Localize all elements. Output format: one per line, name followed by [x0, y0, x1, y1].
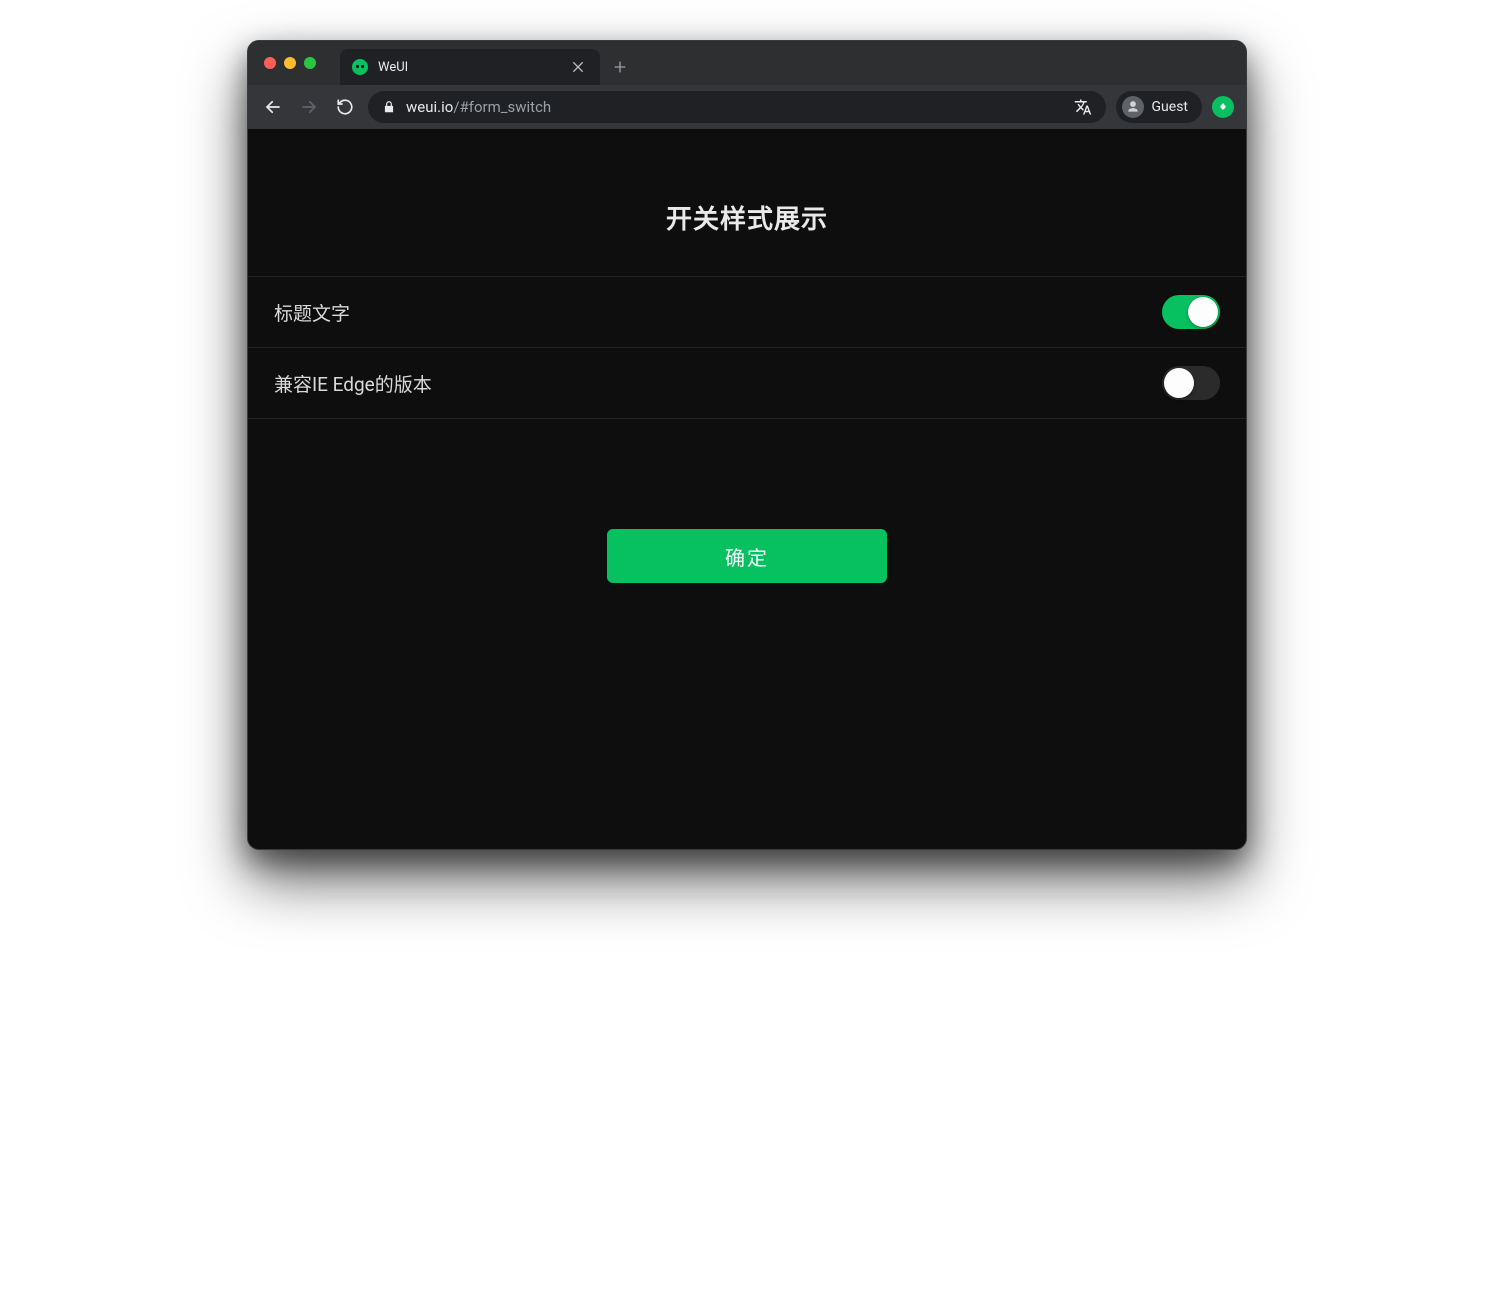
switch-toggle-off[interactable] [1162, 366, 1220, 400]
profile-chip[interactable]: Guest [1116, 91, 1202, 123]
browser-tab[interactable]: WeUI [340, 49, 600, 85]
switch-cell: 标题文字 [248, 277, 1246, 348]
lock-icon [382, 100, 396, 114]
browser-window: WeUI weui.io/#form_switch [247, 40, 1247, 850]
window-minimize-button[interactable] [284, 57, 296, 69]
window-close-button[interactable] [264, 57, 276, 69]
switch-knob [1164, 368, 1194, 398]
switch-cell: 兼容IE Edge的版本 [248, 348, 1246, 418]
switch-knob [1188, 297, 1218, 327]
title-bar: WeUI [248, 41, 1246, 85]
url-path: /#form_switch [453, 98, 551, 116]
url-host: weui.io [406, 98, 453, 116]
wechat-favicon-icon [352, 59, 368, 75]
tab-close-button[interactable] [570, 59, 586, 75]
window-maximize-button[interactable] [304, 57, 316, 69]
tab-strip: WeUI [340, 41, 634, 85]
switch-cells: 标题文字 兼容IE Edge的版本 [248, 276, 1246, 419]
avatar-icon [1122, 96, 1144, 118]
button-area: 确定 [248, 529, 1246, 583]
switch-toggle-on[interactable] [1162, 295, 1220, 329]
switch-label: 标题文字 [274, 299, 350, 326]
confirm-button[interactable]: 确定 [607, 529, 887, 583]
nav-forward-button[interactable] [296, 94, 322, 120]
switch-label: 兼容IE Edge的版本 [274, 370, 432, 397]
page-title: 开关样式展示 [268, 199, 1226, 236]
nav-reload-button[interactable] [332, 94, 358, 120]
address-bar[interactable]: weui.io/#form_switch [368, 91, 1106, 123]
page-header: 开关样式展示 [248, 129, 1246, 276]
profile-label: Guest [1152, 99, 1188, 115]
new-tab-button[interactable] [606, 53, 634, 81]
page-content: 开关样式展示 标题文字 兼容IE Edge的版本 确定 [248, 129, 1246, 849]
tab-title: WeUI [378, 60, 560, 75]
browser-toolbar: weui.io/#form_switch Guest [248, 85, 1246, 129]
window-controls [248, 57, 316, 69]
extension-badge[interactable] [1212, 96, 1234, 118]
url-text: weui.io/#form_switch [406, 98, 551, 116]
nav-back-button[interactable] [260, 94, 286, 120]
translate-icon[interactable] [1074, 98, 1092, 116]
